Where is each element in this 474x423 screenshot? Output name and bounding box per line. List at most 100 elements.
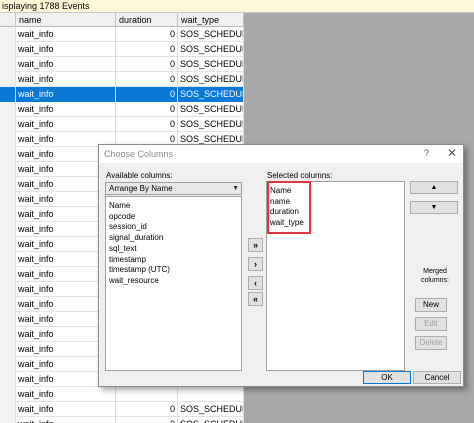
- cell-duration: 0: [116, 42, 178, 57]
- cell-name: wait_info: [16, 87, 116, 102]
- available-column-item[interactable]: wait_resource: [109, 276, 241, 287]
- column-header-wait-type[interactable]: wait_type: [178, 13, 244, 27]
- cell-name: wait_info: [16, 117, 116, 132]
- highlight-annotation-box: [267, 181, 311, 234]
- column-header-name[interactable]: name: [16, 13, 116, 27]
- row-selector[interactable]: [0, 132, 16, 147]
- cell-duration: 0: [116, 72, 178, 87]
- edit-merged-button[interactable]: Edit: [415, 317, 447, 331]
- row-selector[interactable]: [0, 387, 16, 402]
- row-selector[interactable]: [0, 267, 16, 282]
- row-selector[interactable]: [0, 357, 16, 372]
- move-all-right-button[interactable]: »: [248, 238, 263, 252]
- table-row[interactable]: wait_info0SOS_SCHEDUL...: [0, 72, 244, 87]
- row-selector[interactable]: [0, 237, 16, 252]
- row-selector[interactable]: [0, 252, 16, 267]
- cell-duration: 0: [116, 102, 178, 117]
- cell-duration: 0: [116, 27, 178, 42]
- cell-name: wait_info: [16, 42, 116, 57]
- move-down-button[interactable]: ▼: [410, 201, 458, 214]
- move-all-left-button[interactable]: «: [248, 292, 263, 306]
- cell-wait-type: SOS_SCHEDUL...: [178, 117, 244, 132]
- merged-columns-label: Merged columns:: [420, 268, 449, 284]
- ok-button[interactable]: OK: [363, 371, 411, 384]
- cell-wait-type: SOS_SCHEDUL...: [178, 57, 244, 72]
- arrow-down-icon: ▼: [430, 204, 438, 211]
- arrow-up-icon: ▲: [430, 184, 438, 191]
- available-column-item[interactable]: timestamp (UTC): [109, 265, 241, 276]
- table-row[interactable]: wait_info0SOS_SCHEDUL...: [0, 402, 244, 417]
- table-row[interactable]: wait_info0SOS_SCHEDUL...: [0, 57, 244, 72]
- table-row[interactable]: wait_info0SOS_SCHEDUL...: [0, 42, 244, 57]
- table-row[interactable]: wait_info0SOS_SCHEDUL...: [0, 102, 244, 117]
- move-left-button[interactable]: ‹: [248, 276, 263, 290]
- cell-duration: [116, 387, 178, 402]
- available-column-item[interactable]: opcode: [109, 212, 241, 223]
- cell-duration: 0: [116, 87, 178, 102]
- row-selector[interactable]: [0, 177, 16, 192]
- row-selector[interactable]: [0, 147, 16, 162]
- selected-columns-label: Selected columns:: [267, 171, 333, 180]
- row-selector[interactable]: [0, 327, 16, 342]
- help-button[interactable]: ?: [424, 148, 429, 158]
- table-row[interactable]: wait_info: [0, 387, 244, 402]
- move-right-button[interactable]: ›: [248, 257, 263, 271]
- row-selector[interactable]: [0, 312, 16, 327]
- cell-name: wait_info: [16, 57, 116, 72]
- row-selector[interactable]: [0, 102, 16, 117]
- row-selector[interactable]: [0, 42, 16, 57]
- move-up-button[interactable]: ▲: [410, 181, 458, 194]
- table-row[interactable]: wait_info0SOS_SCHEDUL...: [0, 117, 244, 132]
- row-selector[interactable]: [0, 417, 16, 423]
- row-selector[interactable]: [0, 372, 16, 387]
- status-bar: isplaying 1788 Events: [0, 0, 474, 13]
- available-column-item[interactable]: signal_duration: [109, 233, 241, 244]
- row-selector[interactable]: [0, 297, 16, 312]
- arrange-by-value: Arrange By Name: [109, 184, 173, 193]
- dialog-titlebar: Choose Columns ? ✕: [99, 145, 463, 163]
- available-column-item[interactable]: sql_text: [109, 244, 241, 255]
- row-selector[interactable]: [0, 57, 16, 72]
- row-selector[interactable]: [0, 117, 16, 132]
- cell-wait-type: SOS_SCHEDUL...: [178, 402, 244, 417]
- available-columns-label: Available columns:: [106, 171, 173, 180]
- available-column-item[interactable]: timestamp: [109, 255, 241, 266]
- row-selector[interactable]: [0, 87, 16, 102]
- chevron-down-icon: ▼: [232, 185, 239, 192]
- cell-name: wait_info: [16, 402, 116, 417]
- cell-name: wait_info: [16, 102, 116, 117]
- cell-duration: 0: [116, 57, 178, 72]
- table-row[interactable]: wait_info0SOS_SCHEDUL...: [0, 87, 244, 102]
- row-selector[interactable]: [0, 162, 16, 177]
- row-selector[interactable]: [0, 282, 16, 297]
- delete-merged-button[interactable]: Delete: [415, 336, 447, 350]
- row-selector[interactable]: [0, 207, 16, 222]
- arrange-by-select[interactable]: Arrange By Name ▼: [105, 182, 242, 195]
- cell-name: wait_info: [16, 387, 116, 402]
- table-row[interactable]: wait_info0SOS_SCHEDUL...: [0, 417, 244, 423]
- choose-columns-dialog: Choose Columns ? ✕ Available columns: Se…: [98, 144, 464, 387]
- row-selector[interactable]: [0, 192, 16, 207]
- row-selector[interactable]: [0, 222, 16, 237]
- row-header-corner: [0, 13, 16, 27]
- table-row[interactable]: wait_info0SOS_SCHEDUL...: [0, 27, 244, 42]
- cancel-button[interactable]: Cancel: [413, 371, 461, 384]
- available-columns-list[interactable]: Name opcode session_id signal_duration sql_t…: [105, 196, 242, 371]
- column-header-duration[interactable]: duration: [116, 13, 178, 27]
- row-selector[interactable]: [0, 72, 16, 87]
- cell-wait-type: SOS_SCHEDUL...: [178, 102, 244, 117]
- cell-wait-type: [178, 387, 244, 402]
- cell-name: wait_info: [16, 27, 116, 42]
- available-column-item[interactable]: Name: [109, 201, 241, 212]
- new-merged-button[interactable]: New: [415, 298, 447, 312]
- cell-name: wait_info: [16, 417, 116, 423]
- available-column-item[interactable]: session_id: [109, 222, 241, 233]
- row-selector[interactable]: [0, 402, 16, 417]
- cell-duration: 0: [116, 417, 178, 423]
- row-selector[interactable]: [0, 342, 16, 357]
- row-selector[interactable]: [0, 27, 16, 42]
- grid-header: name duration wait_type: [0, 13, 244, 27]
- close-icon[interactable]: ✕: [447, 146, 457, 160]
- cell-duration: 0: [116, 402, 178, 417]
- cell-wait-type: SOS_SCHEDUL...: [178, 417, 244, 423]
